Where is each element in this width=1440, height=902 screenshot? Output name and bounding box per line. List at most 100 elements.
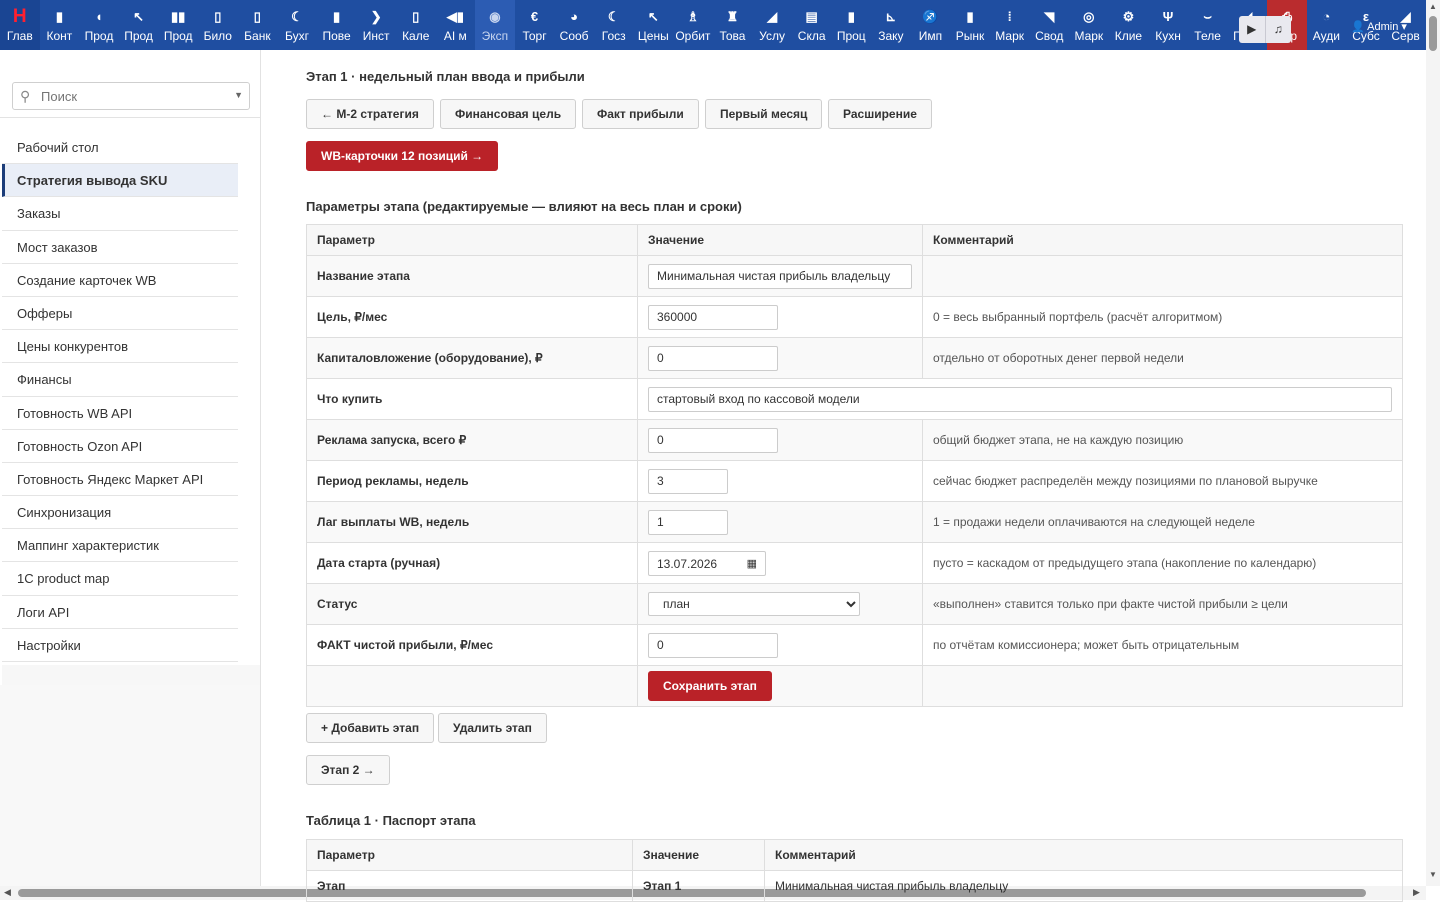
sidebar-item[interactable]: Готовность WB API: [2, 397, 238, 430]
next-stage-button[interactable]: Этап 2 →: [306, 755, 390, 785]
scroll-down-arrow-icon[interactable]: ▼: [1429, 870, 1437, 879]
sidebar-menu: Рабочий стол Стратегия вывода SKU Заказы Мо…: [2, 131, 238, 662]
top-nav-item[interactable]: ▯ Било: [198, 0, 238, 50]
top-nav-item[interactable]: ◉ Эксп: [475, 0, 515, 50]
top-nav-item[interactable]: ◢ Услу: [752, 0, 792, 50]
passport-comment: Минимальная чистая прибыль владельцу: [764, 870, 1403, 902]
add-stage-button[interactable]: + Добавить этап: [306, 713, 435, 743]
top-nav-item[interactable]: ▯ Кале: [396, 0, 436, 50]
top-nav-label: Торг: [522, 29, 547, 43]
back-strategy-button[interactable]: ← М-2 стратегия: [306, 99, 434, 129]
column-header-param: Параметр: [306, 839, 633, 871]
orbit-icon: ♗: [687, 9, 699, 24]
sidebar-item[interactable]: Готовность Яндекс Маркет API: [2, 463, 238, 497]
value-cell: [637, 501, 923, 543]
status-select[interactable]: план: [648, 592, 860, 616]
comment-cell: [922, 255, 1403, 297]
scroll-right-arrow-icon[interactable]: ▶: [1413, 887, 1420, 898]
search-box[interactable]: ⚲ ▼: [12, 82, 250, 110]
goal-input[interactable]: [648, 304, 778, 330]
wb-cards-button[interactable]: WB-карточки 12 позиций →: [306, 141, 499, 171]
sidebar-item[interactable]: Готовность Ozon API: [2, 430, 238, 463]
param-label: Реклама запуска, всего ₽: [306, 419, 638, 461]
top-nav-item[interactable]: Н Глав: [0, 0, 40, 50]
top-nav-label: Било: [203, 29, 232, 43]
profit-fact-button[interactable]: Факт прибыли: [582, 99, 699, 129]
start-date-input[interactable]: 13.07.2026 ▦: [648, 550, 766, 577]
calendar-icon[interactable]: ▦: [747, 552, 757, 577]
top-nav-item[interactable]: ⌣ Теле: [1188, 0, 1228, 50]
sidebar-item[interactable]: Создание карточек WB: [2, 264, 238, 297]
music-button[interactable]: ♫: [1266, 16, 1292, 43]
top-nav-item[interactable]: ⁞ Марк: [990, 0, 1030, 50]
top-nav-item[interactable]: ☾ Госз: [594, 0, 634, 50]
top-nav-item[interactable]: ♗ Орбит: [673, 0, 713, 50]
top-nav-item[interactable]: ◖ Прод: [79, 0, 119, 50]
top-nav-item[interactable]: ◎ Марк: [1069, 0, 1109, 50]
vertical-scrollbar[interactable]: ▲ ▼: [1426, 0, 1440, 886]
wb-lag-input[interactable]: [648, 509, 728, 535]
sidebar-item[interactable]: Синхронизация: [2, 496, 238, 530]
top-nav-item[interactable]: ↖ Цены: [634, 0, 674, 50]
top-nav-item[interactable]: ▮ Рынк: [950, 0, 990, 50]
user-menu[interactable]: 👤 Admin ▾: [1351, 20, 1407, 33]
top-nav-item[interactable]: ▯ Банк: [238, 0, 278, 50]
what-to-buy-input[interactable]: [648, 386, 1392, 412]
chevron-down-icon: ▾: [1401, 21, 1407, 33]
top-nav-item[interactable]: ☾ Бухг: [277, 0, 317, 50]
top-nav-item[interactable]: ♐ Имп: [911, 0, 951, 50]
top-nav-item[interactable]: € Торг: [515, 0, 555, 50]
sidebar-item[interactable]: Заказы: [2, 197, 238, 231]
top-nav-item[interactable]: ↖ Прод: [119, 0, 159, 50]
top-nav-item[interactable]: ◕ Сооб: [554, 0, 594, 50]
sidebar-item[interactable]: 1C product map: [2, 562, 238, 596]
sidebar-item[interactable]: Цены конкурентов: [2, 330, 238, 364]
profit-fact-input[interactable]: [648, 632, 778, 658]
top-nav-item[interactable]: ◔ Ауди: [1307, 0, 1347, 50]
expansion-button[interactable]: Расширение: [828, 99, 932, 129]
dropdown-arrow-icon[interactable]: ▼: [234, 90, 243, 100]
ads-period-input[interactable]: [648, 468, 728, 494]
scroll-left-arrow-icon[interactable]: ◀: [4, 887, 11, 898]
top-nav-item[interactable]: ⊾ Заку: [871, 0, 911, 50]
kitchen-icon: Ψ: [1162, 9, 1174, 24]
sidebar-item[interactable]: Рабочий стол: [2, 131, 238, 165]
top-nav-item[interactable]: ▮ Проц: [831, 0, 871, 50]
sidebar-item[interactable]: Логи API: [2, 596, 238, 629]
column-header-value: Значение: [632, 839, 765, 871]
top-nav-item[interactable]: ▮ Пове: [317, 0, 357, 50]
vertical-scroll-thumb[interactable]: [1429, 16, 1437, 51]
sidebar-item[interactable]: Финансы: [2, 363, 238, 397]
bank-icon: ▯: [253, 9, 261, 24]
scroll-up-arrow-icon[interactable]: ▲: [1429, 2, 1437, 11]
table-row: Лаг выплаты WB, недель 1 = продажи недел…: [306, 501, 1403, 543]
save-stage-button[interactable]: Сохранить этап: [648, 671, 772, 701]
top-nav-item[interactable]: ♜ Това: [713, 0, 753, 50]
top-nav-item[interactable]: ⚙ Клие: [1109, 0, 1149, 50]
first-month-button[interactable]: Первый месяц: [705, 99, 823, 129]
top-nav-item[interactable]: Ψ Кухн: [1148, 0, 1188, 50]
top-nav-item[interactable]: ◥ Свод: [1029, 0, 1069, 50]
top-nav-item[interactable]: ▮▮ Прод: [158, 0, 198, 50]
capex-input[interactable]: [648, 345, 778, 371]
financial-goal-button[interactable]: Финансовая цель: [440, 99, 577, 129]
sidebar-item[interactable]: Мост заказов: [2, 231, 238, 264]
purchase-icon: ⊾: [885, 9, 897, 24]
sidebar-item[interactable]: Настройки: [2, 629, 238, 662]
stage-name-input[interactable]: [648, 263, 912, 289]
top-nav-label: Клие: [1114, 29, 1143, 43]
columns-icon: ▮▮: [171, 9, 186, 24]
top-nav-item[interactable]: ▤ Скла: [792, 0, 832, 50]
ads-budget-input[interactable]: [648, 427, 778, 453]
search-input[interactable]: [39, 86, 229, 106]
top-nav-label: Теле: [1194, 29, 1221, 43]
delete-stage-button[interactable]: Удалить этап: [438, 713, 547, 743]
top-nav-item[interactable]: ❯ Инст: [356, 0, 396, 50]
play-button[interactable]: ▶: [1239, 16, 1266, 43]
sidebar-item[interactable]: Стратегия вывода SKU: [2, 164, 238, 198]
top-nav-item[interactable]: ▮ Конт: [40, 0, 80, 50]
audio-controls: ▶ ♫: [1239, 16, 1291, 43]
top-nav-item[interactable]: ◀▮ AI м: [436, 0, 476, 50]
sidebar-item[interactable]: Маппинг характеристик: [2, 529, 238, 563]
sidebar-item[interactable]: Офферы: [2, 297, 238, 331]
